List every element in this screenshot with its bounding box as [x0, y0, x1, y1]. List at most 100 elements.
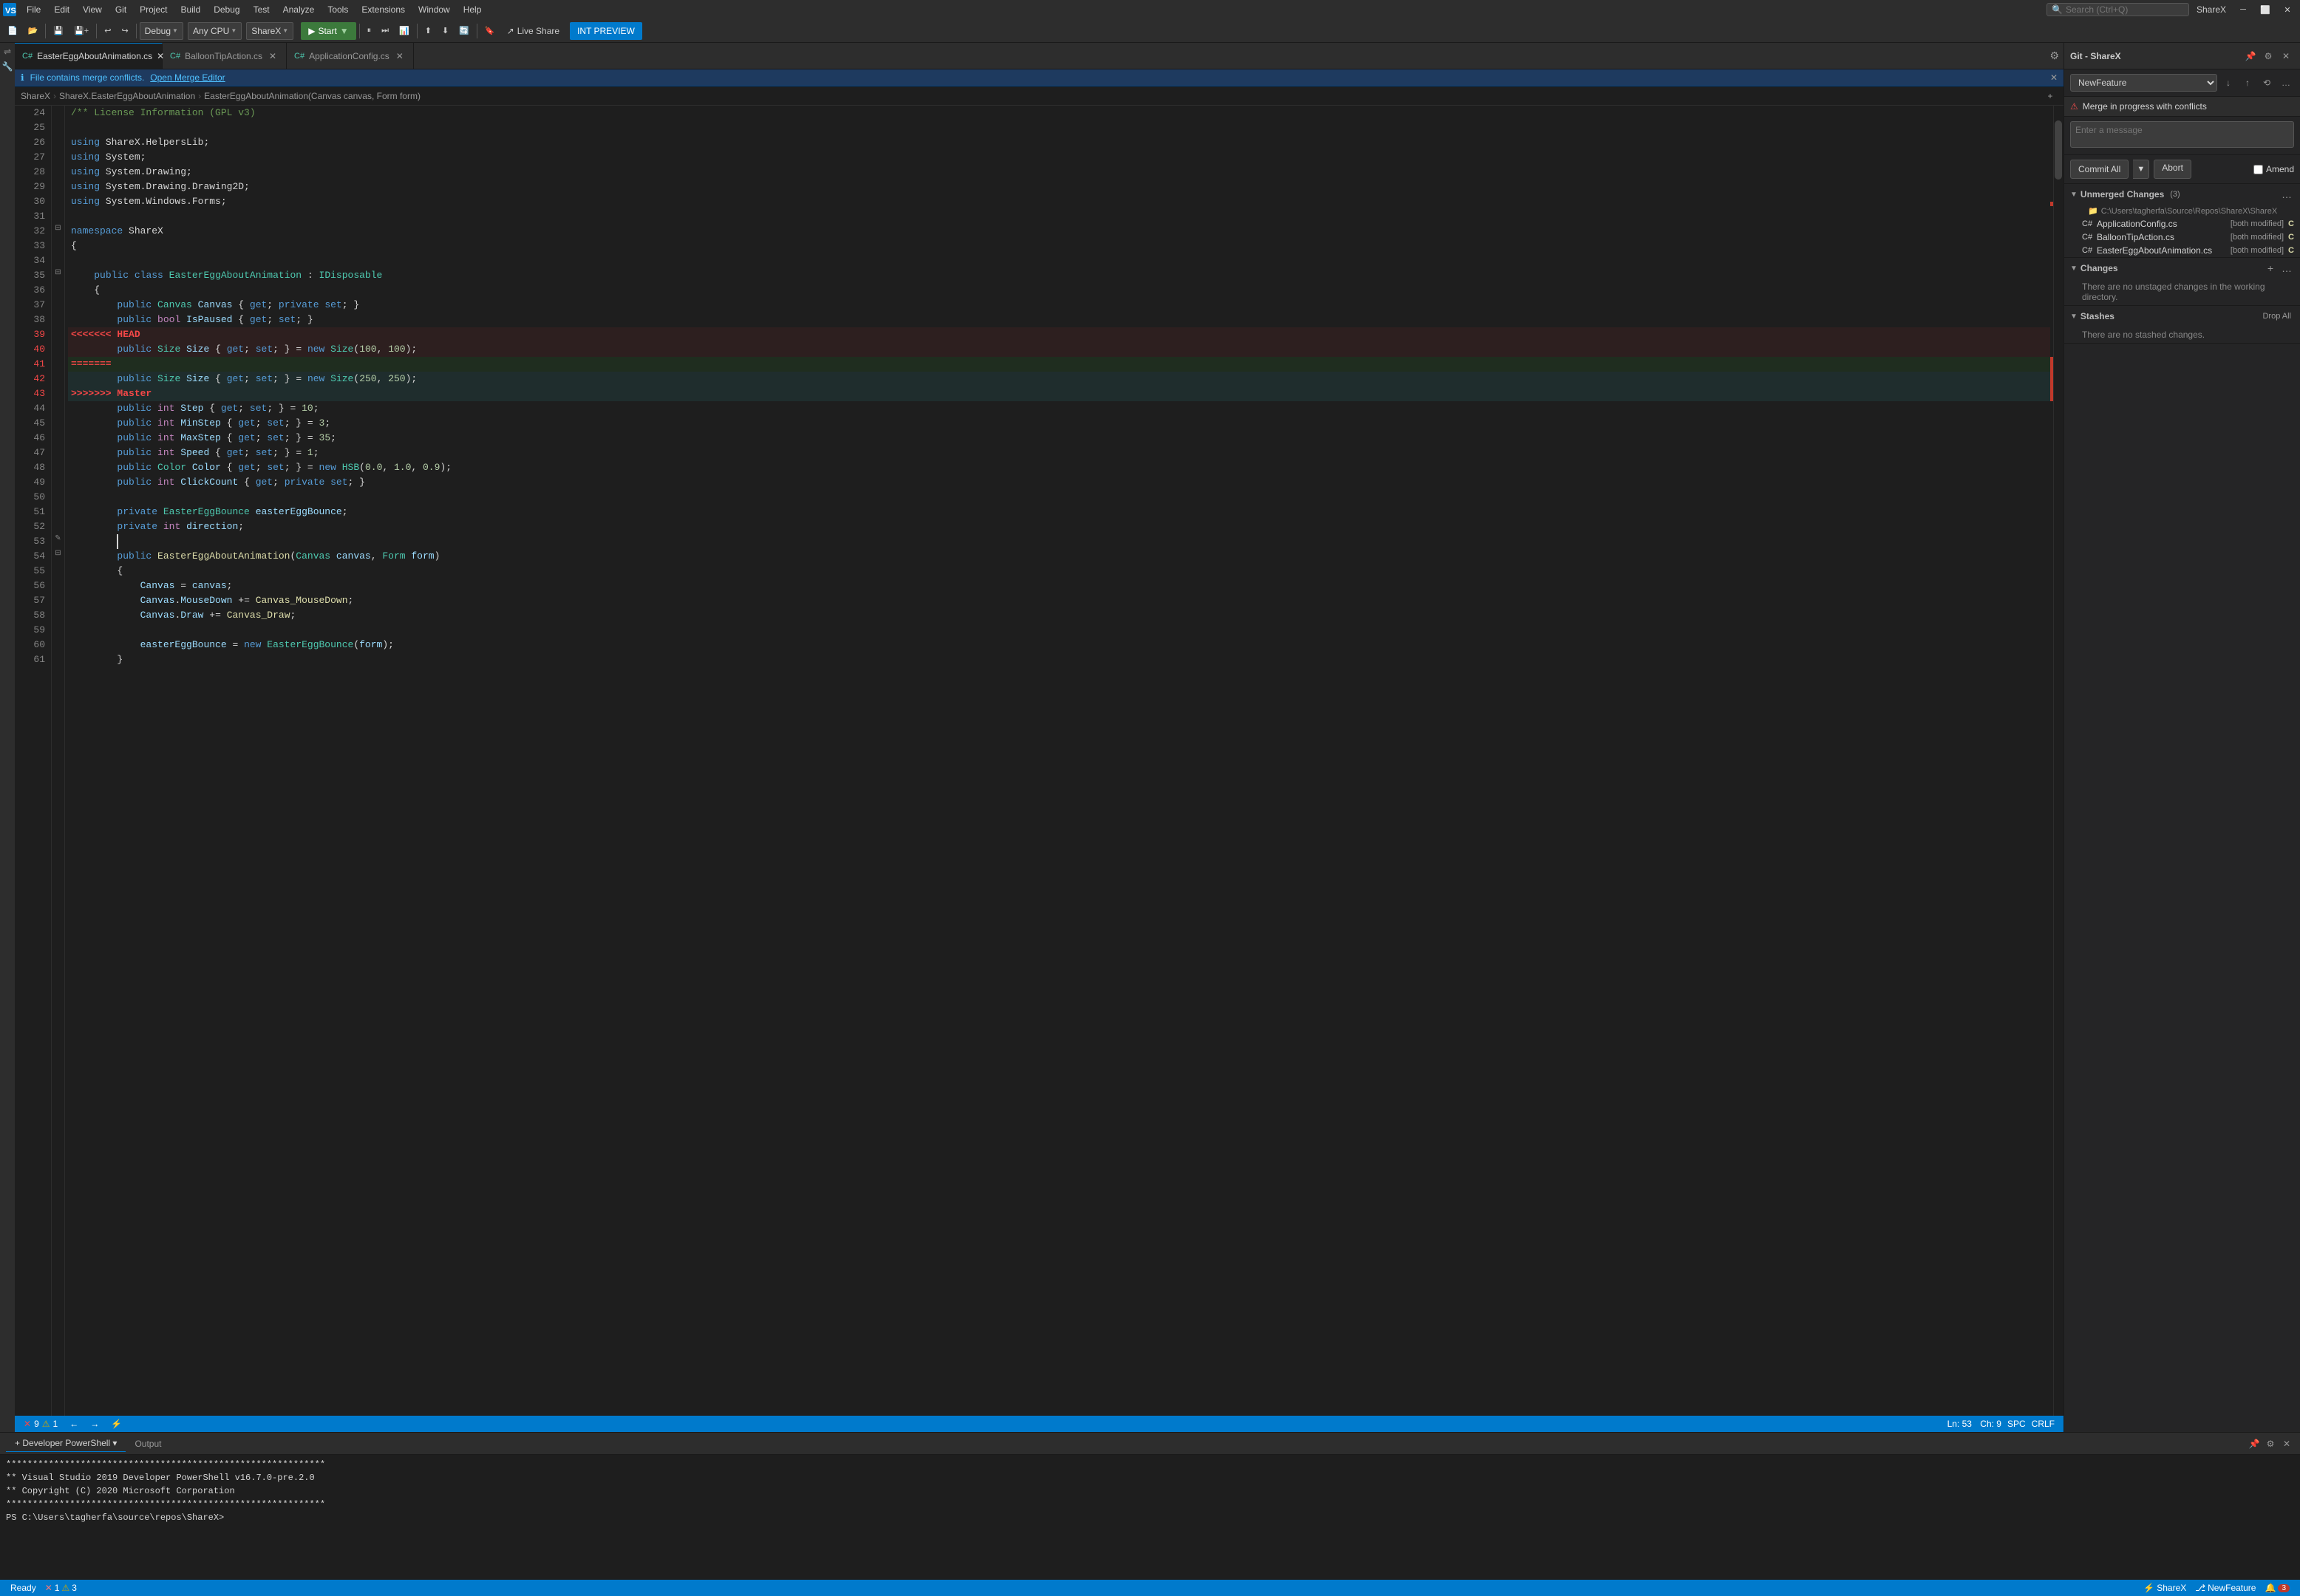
- breadcrumb-project[interactable]: ShareX: [21, 91, 50, 101]
- status-nav-back[interactable]: ←: [67, 1419, 81, 1429]
- git-panel-close[interactable]: ✕: [2278, 48, 2294, 64]
- terminal-content[interactable]: ****************************************…: [0, 1455, 2300, 1580]
- git-fetch-btn[interactable]: ↓: [2220, 75, 2236, 91]
- breadcrumb-namespace[interactable]: ShareX.EasterEggAboutAnimation: [59, 91, 195, 101]
- unmerged-more-btn[interactable]: …: [2279, 187, 2294, 202]
- git-file-easter-egg[interactable]: C# EasterEggAboutAnimation.cs [both modi…: [2064, 244, 2300, 257]
- panel-settings-btn[interactable]: ⚙: [2263, 1436, 2278, 1451]
- save-all-button[interactable]: 💾+: [69, 24, 93, 37]
- diagnostics-button[interactable]: 📊: [395, 24, 414, 37]
- final-notif[interactable]: 🔔 3: [2260, 1580, 2294, 1596]
- menu-file[interactable]: File: [21, 3, 47, 16]
- git-pull-btn[interactable]: ↑: [2239, 75, 2256, 91]
- open-button[interactable]: 📂: [24, 24, 43, 37]
- panel-close-btn[interactable]: ✕: [2279, 1436, 2294, 1451]
- abort-button[interactable]: Abort: [2154, 160, 2191, 179]
- menu-help[interactable]: Help: [457, 3, 488, 16]
- menu-test[interactable]: Test: [248, 3, 276, 16]
- final-errors[interactable]: ✕ 1 ⚠ 3: [41, 1580, 81, 1596]
- git-panel-pin[interactable]: 📌: [2242, 48, 2259, 64]
- changes-header[interactable]: ▼ Changes + …: [2064, 258, 2300, 279]
- sidebar-server-icon[interactable]: ⇌: [1, 46, 13, 58]
- git-more-btn[interactable]: …: [2278, 75, 2294, 91]
- new-file-button[interactable]: 📄: [3, 24, 22, 37]
- code-line-45: public int MinStep { get; set; } = 3;: [68, 416, 2050, 431]
- menu-edit[interactable]: Edit: [48, 3, 75, 16]
- editor-scrollbar[interactable]: [2053, 106, 2063, 1416]
- restore-button[interactable]: ⬜: [2256, 0, 2275, 19]
- status-eol[interactable]: CRLF: [2029, 1419, 2058, 1429]
- menu-project[interactable]: Project: [134, 3, 173, 16]
- code-line-25: [68, 120, 2050, 135]
- sidebar-toolbox-icon[interactable]: 🔧: [1, 61, 13, 72]
- editor-scrollbar-thumb[interactable]: [2055, 120, 2062, 180]
- merge-warning-close[interactable]: ✕: [2050, 72, 2058, 83]
- fold-gutter: ⊟ ⊟ ✎: [52, 106, 65, 1416]
- git-push-toolbar[interactable]: ⬆: [421, 24, 436, 37]
- search-input[interactable]: [2066, 4, 2184, 15]
- start-button[interactable]: ▶ Start ▼: [301, 22, 355, 40]
- menu-extensions[interactable]: Extensions: [355, 3, 411, 16]
- status-git-status[interactable]: ⚡: [108, 1419, 125, 1429]
- menu-analyze[interactable]: Analyze: [277, 3, 321, 16]
- tab-app-config[interactable]: C# ApplicationConfig.cs ✕: [287, 43, 414, 69]
- tab-close-3[interactable]: ✕: [394, 50, 406, 62]
- close-button[interactable]: ✕: [2278, 0, 2297, 19]
- status-nav-forward[interactable]: →: [87, 1419, 102, 1429]
- int-preview-button[interactable]: INT PREVIEW: [570, 22, 642, 40]
- config-dropdown[interactable]: Debug ▼: [140, 22, 183, 40]
- breadcrumb-member[interactable]: EasterEggAboutAnimation(Canvas canvas, F…: [204, 91, 421, 101]
- project-dropdown[interactable]: ShareX ▼: [246, 22, 293, 40]
- git-branch-select[interactable]: NewFeature: [2070, 74, 2217, 92]
- amend-check[interactable]: [2253, 165, 2263, 174]
- step-over-button[interactable]: ⏭: [377, 24, 393, 37]
- redo-button[interactable]: ↪: [117, 24, 132, 37]
- final-branch-sharex[interactable]: ⚡ ShareX: [2139, 1580, 2191, 1596]
- menu-git[interactable]: Git: [109, 3, 132, 16]
- menu-view[interactable]: View: [77, 3, 108, 16]
- stashes-header[interactable]: ▼ Stashes Drop All: [2064, 306, 2300, 327]
- minimize-button[interactable]: ─: [2233, 0, 2253, 19]
- bookmark-button[interactable]: 🔖: [480, 24, 500, 37]
- code-content[interactable]: /** License Information (GPL v3) using S…: [65, 106, 2053, 1416]
- menu-window[interactable]: Window: [412, 3, 456, 16]
- status-position[interactable]: Ln: 53 Ch: 9: [1945, 1419, 2004, 1429]
- final-ready[interactable]: Ready: [6, 1580, 41, 1596]
- tab-easter-egg[interactable]: C# EasterEggAboutAnimation.cs ✕: [15, 43, 163, 69]
- breadcrumb-sep-1: ›: [53, 91, 56, 101]
- save-button[interactable]: 💾: [49, 24, 68, 37]
- drop-all-btn[interactable]: Drop All: [2259, 309, 2294, 324]
- final-branch-new-feature[interactable]: ⎇ NewFeature: [2191, 1580, 2260, 1596]
- open-merge-editor-link[interactable]: Open Merge Editor: [150, 72, 225, 83]
- live-share-button[interactable]: ↗ Live Share: [501, 24, 565, 38]
- commit-dropdown-button[interactable]: ▼: [2133, 160, 2149, 179]
- tab-settings-btn[interactable]: ⚙: [2045, 43, 2063, 69]
- git-sync-btn[interactable]: ⟲: [2259, 75, 2275, 91]
- undo-button[interactable]: ↩: [100, 24, 115, 37]
- tab-developer-powershell[interactable]: + Developer PowerShell ▾: [6, 1435, 126, 1452]
- git-panel-settings[interactable]: ⚙: [2260, 48, 2276, 64]
- tab-close-2[interactable]: ✕: [267, 50, 279, 62]
- menu-build[interactable]: Build: [175, 3, 207, 16]
- git-message-input[interactable]: [2070, 121, 2294, 148]
- git-file-app-config[interactable]: C# ApplicationConfig.cs [both modified] …: [2064, 217, 2300, 231]
- menu-tools[interactable]: Tools: [321, 3, 354, 16]
- git-pull-toolbar[interactable]: ⬇: [438, 24, 453, 37]
- bottom-tab-bar: + Developer PowerShell ▾ Output 📌 ⚙ ✕: [0, 1433, 2300, 1455]
- status-errors[interactable]: ✕ 9 ⚠ 1: [21, 1419, 61, 1429]
- breadcrumb-add-btn[interactable]: +: [2043, 89, 2058, 103]
- panel-pin-btn[interactable]: 📌: [2247, 1436, 2262, 1451]
- platform-dropdown[interactable]: Any CPU ▼: [188, 22, 242, 40]
- menu-debug[interactable]: Debug: [208, 3, 245, 16]
- commit-all-button[interactable]: Commit All: [2070, 160, 2129, 179]
- git-fetch-toolbar[interactable]: 🔄: [455, 24, 474, 37]
- tab-balloon-tip[interactable]: C# BalloonTipAction.cs ✕: [163, 43, 287, 69]
- tab-output[interactable]: Output: [126, 1436, 170, 1452]
- status-encoding[interactable]: SPC: [2004, 1419, 2029, 1429]
- changes-more-btn[interactable]: …: [2279, 261, 2294, 276]
- breakpoint-button[interactable]: ⏸: [363, 24, 376, 37]
- amend-checkbox[interactable]: Amend: [2253, 164, 2294, 174]
- git-file-balloon-tip[interactable]: C# BalloonTipAction.cs [both modified] C: [2064, 231, 2300, 244]
- changes-add-btn[interactable]: +: [2263, 261, 2278, 276]
- unmerged-changes-header[interactable]: ▼ Unmerged Changes (3) …: [2064, 184, 2300, 205]
